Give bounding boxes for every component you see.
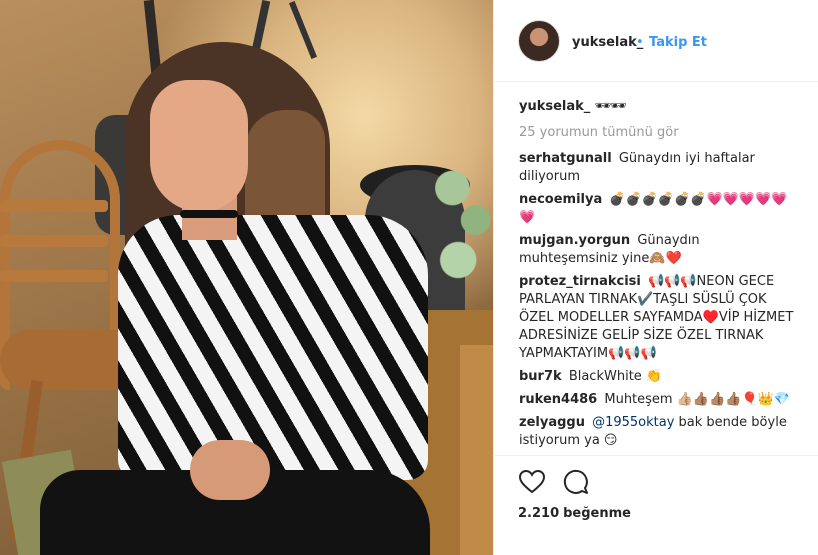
photo-chair-slat (0, 270, 108, 282)
heart-icon[interactable] (518, 468, 546, 496)
comments-section: yukselak_ 🕶🕶 25 yorumun tümünü gör serha… (519, 98, 799, 455)
post-side-panel: yukselak_ • Takip Et yukselak_ 🕶🕶 25 yor… (493, 0, 818, 555)
follow-button[interactable]: Takip Et (649, 35, 707, 50)
comment-mention[interactable]: @1955oktay (592, 415, 674, 430)
comment-icon-glyph (563, 469, 588, 494)
comment-username[interactable]: necoemilya (519, 192, 602, 207)
photo-plant (435, 140, 493, 300)
action-icons (518, 468, 590, 496)
heart-icon-glyph (519, 470, 545, 494)
photo-chair-slat (0, 200, 108, 212)
post-header: yukselak_ • Takip Et (494, 0, 818, 82)
photo-face (150, 80, 248, 212)
header-separator: • (636, 35, 644, 50)
comment-icon[interactable] (562, 468, 590, 496)
comment-username[interactable]: protez_tirnakcisi (519, 274, 641, 289)
comment-item: zelyaggu @1955oktay bak bende böyle isti… (519, 414, 799, 450)
action-bar: 2.210 beğenme (494, 455, 818, 555)
photo-striped-shirt (118, 215, 428, 480)
instagram-post: yukselak_ • Takip Et yukselak_ 🕶🕶 25 yor… (0, 0, 818, 555)
comment-username[interactable]: ruken4486 (519, 392, 597, 407)
comment-username[interactable]: zelyaggu (519, 415, 585, 430)
comment-username[interactable]: serhatgunall (519, 151, 612, 166)
comment-text: Muhteşem 👍🏼👍🏽👍🏽👍🏽🎈👑💎 (604, 392, 791, 407)
photo-choker (180, 210, 238, 218)
comment-item: mujgan.yorgun Günaydın muhteşemsiniz yin… (519, 232, 799, 268)
comment-text: BlackWhite 👏 (568, 369, 663, 384)
photo-bench (460, 345, 493, 555)
caption-username[interactable]: yukselak_ (519, 99, 590, 114)
comment-username[interactable]: mujgan.yorgun (519, 233, 630, 248)
likes-count[interactable]: 2.210 beğenme (518, 506, 631, 521)
comment-item: ruken4486 Muhteşem 👍🏼👍🏽👍🏽👍🏽🎈👑💎 (519, 391, 799, 409)
header-username[interactable]: yukselak_ (572, 35, 643, 50)
likes-label: beğenme (563, 506, 631, 521)
comment-username[interactable]: bur7k (519, 369, 562, 384)
caption-text: 🕶🕶 (594, 99, 626, 114)
comment-item: serhatgunall Günaydın iyi haftalar diliy… (519, 150, 799, 186)
avatar[interactable] (518, 20, 560, 62)
comment-item: bur7k BlackWhite 👏 (519, 368, 799, 386)
caption: yukselak_ 🕶🕶 (519, 98, 799, 116)
comment-item: protez_tirnakcisi 📢📢📢NEON GECE PARLAYAN … (519, 273, 799, 363)
photo-arm (190, 440, 270, 500)
comment-item: necoemilya 💣💣💣💣💣💣💗💗💗💗💗💗 (519, 191, 799, 227)
likes-number: 2.210 (518, 506, 560, 521)
post-photo[interactable] (0, 0, 493, 555)
photo-chair-slat (0, 235, 108, 247)
view-all-comments-link[interactable]: 25 yorumun tümünü gör (519, 124, 799, 142)
